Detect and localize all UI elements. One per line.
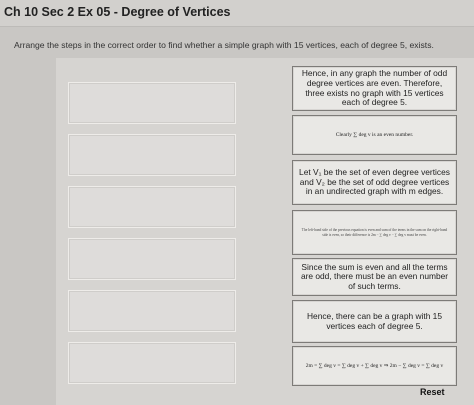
step-card-2[interactable]: Clearly ∑ deg v is an even number. — [292, 115, 457, 155]
step-card-1[interactable]: Hence, in any graph the number of odd de… — [292, 66, 457, 111]
drop-slot-1[interactable] — [68, 82, 236, 124]
step-card-text: Clearly ∑ deg v is an even number. — [335, 131, 414, 138]
step-card-4[interactable]: The left-hand side of the previous equat… — [292, 210, 457, 255]
drop-slot-6[interactable] — [68, 342, 236, 384]
step-card-3[interactable]: Let V₁ be the set of even degree vertice… — [292, 160, 457, 205]
step-card-text: The left-hand side of the previous equat… — [301, 227, 448, 237]
step-card-text: Since the sum is even and all the terms … — [300, 261, 449, 291]
drop-slot-5[interactable] — [68, 290, 236, 332]
drop-slot-4[interactable] — [68, 238, 236, 280]
step-card-text: Hence, in any graph the number of odd de… — [301, 68, 448, 108]
step-card-text: 2m = ∑ deg v = ∑ deg v + ∑ deg v ⇒ 2m − … — [305, 362, 444, 369]
drop-slot-2[interactable] — [68, 134, 236, 176]
header-bar: Ch 10 Sec 2 Ex 05 - Degree of Vertices — [0, 0, 474, 27]
step-card-5[interactable]: Since the sum is even and all the terms … — [292, 258, 457, 296]
step-card-text: Hence, there can be a graph with 15 vert… — [306, 310, 443, 331]
page-title: Ch 10 Sec 2 Ex 05 - Degree of Vertices — [4, 5, 231, 19]
drop-slot-3[interactable] — [68, 186, 236, 228]
step-card-7[interactable]: 2m = ∑ deg v = ∑ deg v + ∑ deg v ⇒ 2m − … — [292, 346, 457, 386]
instructions-text: Arrange the steps in the correct order t… — [14, 40, 434, 50]
step-card-6[interactable]: Hence, there can be a graph with 15 vert… — [292, 300, 457, 343]
reset-button[interactable]: Reset — [420, 387, 445, 397]
step-card-text: Let V₁ be the set of even degree vertice… — [299, 167, 450, 197]
